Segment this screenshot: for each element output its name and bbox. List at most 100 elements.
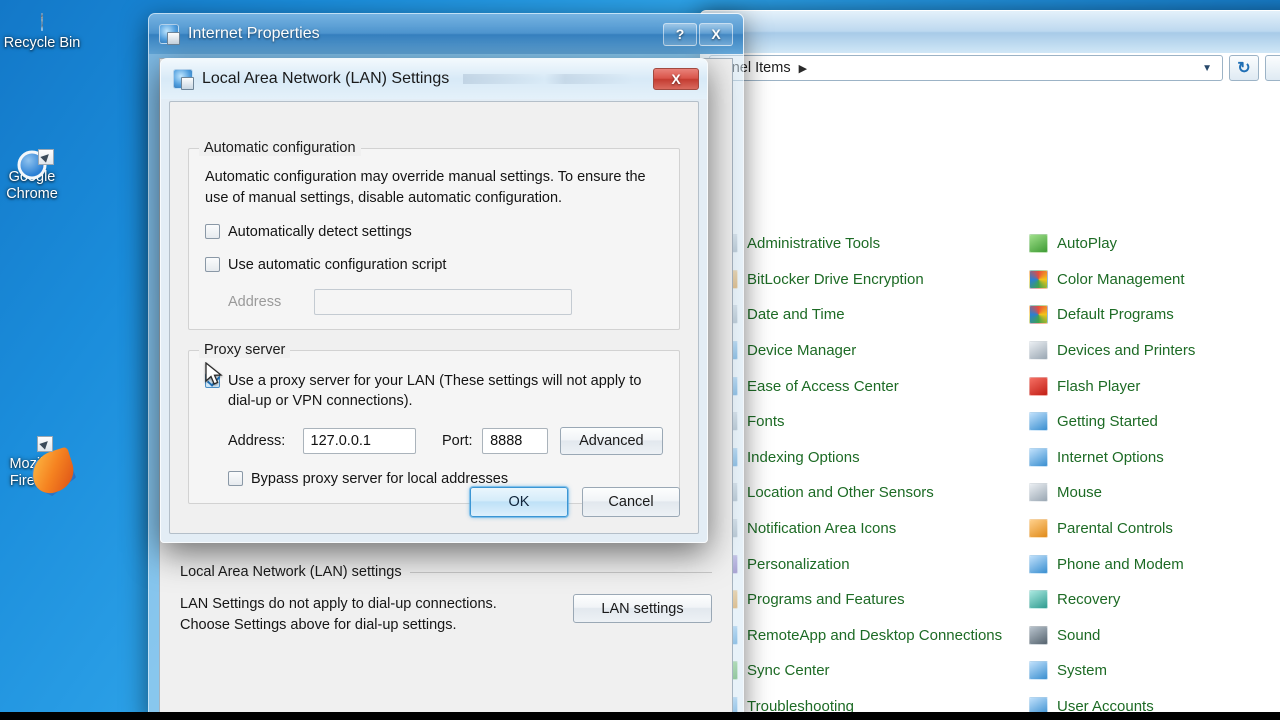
- lan-dialog-titlebar[interactable]: Local Area Network (LAN) Settings X: [161, 59, 707, 99]
- script-address-row: Address: [205, 289, 663, 315]
- proxy-address-row: Address: 127.0.0.1 Port: 8888 Advanced: [205, 427, 664, 455]
- dialog-title: Local Area Network (LAN) Settings: [202, 70, 450, 87]
- list-item[interactable]: Device Manager: [719, 333, 1029, 369]
- list-item[interactable]: Administrative Tools: [719, 226, 1029, 262]
- list-item[interactable]: Recovery: [1029, 582, 1280, 618]
- script-address-input[interactable]: [314, 289, 572, 315]
- bypass-proxy-label: Bypass proxy server for local addresses: [251, 471, 509, 487]
- group-legend: Automatic configuration: [199, 140, 361, 156]
- automatic-configuration-group: Automatic configuration Automatic config…: [188, 140, 680, 330]
- address-input[interactable]: Panel Items ▶ ▼: [709, 55, 1223, 81]
- internet-properties-titlebar[interactable]: Internet Properties ? X: [149, 14, 743, 54]
- shortcut-overlay-icon: [37, 436, 53, 452]
- flash-player-icon: [1029, 376, 1048, 396]
- explorer-titlebar[interactable]: [701, 11, 1280, 53]
- use-proxy-row[interactable]: Use a proxy server for your LAN (These s…: [205, 371, 663, 411]
- list-item-label: Date and Time: [747, 306, 845, 324]
- list-item[interactable]: Default Programs: [1029, 297, 1280, 333]
- list-item[interactable]: AutoPlay: [1029, 226, 1280, 262]
- proxy-address-label: Address:: [228, 433, 286, 449]
- list-item-label: Mouse: [1057, 484, 1103, 502]
- close-button[interactable]: X: [653, 68, 699, 90]
- auto-detect-settings-label: Automatically detect settings: [228, 224, 412, 240]
- list-item[interactable]: Notification Area Icons: [719, 511, 1029, 547]
- proxy-address-input[interactable]: 127.0.0.1: [302, 428, 416, 454]
- use-config-script-row[interactable]: Use automatic configuration script: [205, 255, 663, 275]
- phone-modem-icon: [1029, 554, 1048, 574]
- help-button[interactable]: ?: [663, 22, 697, 46]
- use-config-script-checkbox[interactable]: [205, 257, 220, 272]
- chevron-right-icon[interactable]: ▶: [799, 62, 807, 75]
- chevron-down-icon[interactable]: ▼: [1196, 63, 1218, 74]
- auto-config-description-line2: use of manual settings, disable automati…: [205, 190, 563, 206]
- list-item[interactable]: Phone and Modem: [1029, 546, 1280, 582]
- list-item[interactable]: Sync Center: [719, 653, 1029, 689]
- desktop-icon-label-line2: Chrome: [6, 186, 58, 202]
- list-item-label: Getting Started: [1057, 413, 1158, 431]
- list-item[interactable]: System: [1029, 653, 1280, 689]
- lan-description-line2: Choose Settings above for dial-up settin…: [180, 617, 457, 633]
- letterbox: [0, 712, 1280, 720]
- control-panel-window: Panel Items ▶ ▼ ↻ Administrative Tools B…: [700, 10, 1280, 720]
- bypass-proxy-row[interactable]: Bypass proxy server for local addresses: [205, 469, 663, 489]
- advanced-button[interactable]: Advanced: [559, 427, 664, 455]
- list-item-label: Devices and Printers: [1057, 342, 1196, 360]
- getting-started-icon: [1029, 412, 1048, 432]
- autoplay-icon: [1029, 234, 1048, 254]
- list-item[interactable]: Getting Started: [1029, 404, 1280, 440]
- proxy-port-input[interactable]: 8888: [482, 428, 548, 454]
- list-item-label: Fonts: [747, 413, 785, 431]
- list-item[interactable]: Flash Player: [1029, 368, 1280, 404]
- desktop-icon-google-chrome[interactable]: Google Chrome: [0, 149, 92, 203]
- recycle-bin-icon: ♻: [0, 13, 102, 31]
- use-proxy-label-line2: dial-up or VPN connections).: [228, 393, 413, 409]
- list-item[interactable]: Fonts: [719, 404, 1029, 440]
- close-button[interactable]: X: [699, 22, 733, 46]
- lan-description: LAN Settings do not apply to dial-up con…: [180, 594, 563, 636]
- list-item[interactable]: Ease of Access Center: [719, 368, 1029, 404]
- list-item[interactable]: Internet Options: [1029, 440, 1280, 476]
- list-item-label: RemoteApp and Desktop Connections: [747, 626, 1003, 644]
- lan-settings-icon: [173, 69, 194, 90]
- auto-config-description: Automatic configuration may override man…: [205, 167, 663, 209]
- divider: [409, 571, 712, 573]
- list-item-label: Personalization: [747, 555, 850, 573]
- desktop-icon-label: Recycle Bin: [3, 35, 81, 51]
- use-proxy-label: Use a proxy server for your LAN (These s…: [228, 371, 641, 411]
- auto-detect-settings-row[interactable]: Automatically detect settings: [205, 222, 663, 242]
- desktop-icon-recycle-bin[interactable]: ♻ Recycle Bin: [0, 13, 102, 52]
- bypass-proxy-checkbox[interactable]: [228, 471, 243, 486]
- list-item[interactable]: Devices and Printers: [1029, 333, 1280, 369]
- devices-printers-icon: [1029, 341, 1048, 361]
- list-item-label: Internet Options: [1057, 448, 1164, 466]
- list-item[interactable]: Personalization: [719, 546, 1029, 582]
- list-item[interactable]: Location and Other Sensors: [719, 475, 1029, 511]
- desktop-icon-mozilla-firefox[interactable]: Mozilla Firefox: [0, 436, 92, 490]
- auto-config-description-line1: Automatic configuration may override man…: [205, 169, 646, 185]
- list-item[interactable]: Date and Time: [719, 297, 1029, 333]
- proxy-server-group: Proxy server Use a proxy server for your…: [188, 342, 680, 504]
- window-title: Internet Properties: [188, 25, 320, 42]
- auto-detect-settings-checkbox[interactable]: [205, 224, 220, 239]
- desktop-icon-label-line1: Google: [0, 169, 92, 186]
- color-management-icon: [1029, 269, 1048, 289]
- list-item[interactable]: Mouse: [1029, 475, 1280, 511]
- list-item[interactable]: RemoteApp and Desktop Connections: [719, 618, 1029, 654]
- list-item[interactable]: Programs and Features: [719, 582, 1029, 618]
- list-item-label: Device Manager: [747, 342, 857, 360]
- list-item[interactable]: Sound: [1029, 618, 1280, 654]
- list-item[interactable]: Color Management: [1029, 262, 1280, 298]
- list-item[interactable]: BitLocker Drive Encryption: [719, 262, 1029, 298]
- list-item-label: BitLocker Drive Encryption: [747, 270, 924, 288]
- refresh-button[interactable]: ↻: [1229, 55, 1259, 81]
- list-item[interactable]: Parental Controls: [1029, 511, 1280, 547]
- list-item-label: Notification Area Icons: [747, 520, 897, 538]
- ok-button[interactable]: OK: [470, 487, 568, 517]
- lan-settings-button[interactable]: LAN settings: [573, 594, 712, 623]
- search-input[interactable]: [1265, 55, 1280, 81]
- list-item-label: Sound: [1057, 626, 1101, 644]
- list-item-label: Indexing Options: [747, 448, 860, 466]
- recovery-icon: [1029, 590, 1048, 610]
- cancel-button[interactable]: Cancel: [582, 487, 680, 517]
- list-item[interactable]: Indexing Options: [719, 440, 1029, 476]
